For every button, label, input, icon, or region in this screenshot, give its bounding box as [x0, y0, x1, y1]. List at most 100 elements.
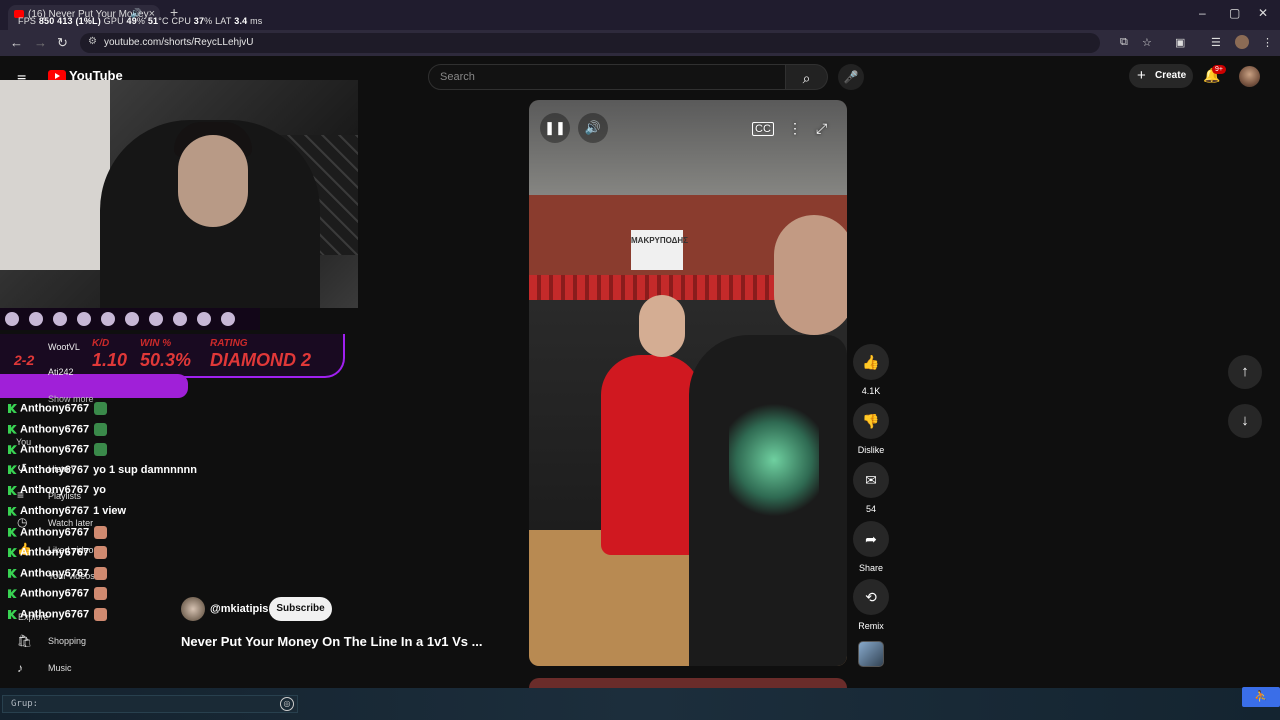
- chat-username[interactable]: Anthony6767: [20, 402, 89, 414]
- site-info-icon[interactable]: ⚙: [88, 36, 97, 47]
- back-icon[interactable]: ←: [10, 35, 23, 50]
- youtube-page: ≡ YouTube Search ⌕ 🎤 +Create 🔔 9+ 2-2 K/…: [0, 56, 1280, 688]
- viewer-avatars-strip: [0, 308, 260, 330]
- restore-button[interactable]: ▢: [1229, 6, 1240, 20]
- group-chat-input[interactable]: Grup:: [2, 695, 298, 713]
- chat-message: Anthony6767: [8, 443, 208, 464]
- chat-message: Anthony6767: [8, 566, 208, 588]
- comments-action[interactable]: ✉ 54: [853, 462, 889, 514]
- comment-count: 54: [865, 504, 876, 514]
- browser-tab-bar: (16) Never Put Your Money 🔊 × + FPS 850 …: [0, 0, 1280, 30]
- like-action[interactable]: 👍 4.1K: [853, 344, 889, 396]
- chat-message: Anthony6767: [8, 402, 208, 423]
- chat-username[interactable]: Anthony6767: [20, 423, 89, 435]
- webcam-overlay: [0, 80, 358, 308]
- microphone-icon: 🎤: [843, 70, 859, 84]
- rating-value: DIAMOND 2: [210, 350, 312, 370]
- kick-badge-icon: [8, 589, 17, 599]
- chat-username[interactable]: Anthony6767: [20, 608, 89, 620]
- kick-badge-icon: [8, 424, 17, 434]
- chat-username[interactable]: Anthony6767: [20, 484, 89, 496]
- notification-badge: 9+: [1212, 65, 1226, 74]
- music-icon: ♪: [17, 661, 23, 675]
- chat-message: Anthony6767 1 view: [8, 505, 208, 526]
- channel-avatar[interactable]: [181, 597, 205, 621]
- url-field[interactable]: ⚙ youtube.com/shorts/ReycLLehjvU: [80, 33, 1100, 53]
- emote-icon: [94, 607, 108, 621]
- fullscreen-icon[interactable]: ⤢: [816, 120, 827, 137]
- comment-icon[interactable]: ✉: [853, 462, 889, 498]
- sidebar-music[interactable]: Music: [48, 663, 72, 673]
- search-input[interactable]: Search: [428, 64, 786, 90]
- kick-badge-icon: [8, 445, 17, 455]
- performance-overlay: FPS 850 413 (1%L) GPU 49% 51°C CPU 37% L…: [18, 16, 263, 26]
- win-value: 50.3%: [140, 350, 192, 370]
- share-label: Share: [858, 563, 884, 573]
- browser-profile-avatar[interactable]: [1235, 35, 1249, 49]
- like-count: 4.1K: [861, 386, 881, 396]
- chat-username[interactable]: Anthony6767: [20, 588, 89, 600]
- reload-icon[interactable]: ↻: [57, 35, 68, 51]
- short-video-player[interactable]: ΜΑΚΡΥΠΟΔΗΣ ❚❚ 🔊 CC ⋮ ⤢: [529, 100, 847, 666]
- forward-icon[interactable]: →: [34, 35, 47, 50]
- dislike-action[interactable]: 👎 Dislike: [853, 403, 889, 455]
- emote-icon: [94, 546, 108, 560]
- sidebar-shopping[interactable]: Shopping: [48, 636, 86, 646]
- address-bar-row: ← → ↻ ⚙ youtube.com/shorts/ReycLLehjvU ⧉…: [0, 30, 1280, 56]
- chat-username[interactable]: Anthony6767: [20, 444, 89, 456]
- chat-text: 1 view: [93, 504, 127, 517]
- chat-message: Anthony6767 yo: [8, 484, 208, 505]
- chat-text: yo 1 sup damnnnnn: [93, 463, 197, 476]
- subscribe-button[interactable]: Subscribe: [269, 597, 332, 621]
- bookmark-star-icon[interactable]: ☆: [1142, 36, 1152, 49]
- extensions-icon[interactable]: ▣: [1175, 36, 1185, 49]
- close-window-button[interactable]: ✕: [1258, 6, 1268, 20]
- tray-app-icon[interactable]: ⛹: [1242, 687, 1280, 707]
- chat-username[interactable]: Anthony6767: [20, 505, 89, 517]
- chat-message: Anthony6767: [8, 607, 208, 629]
- reading-list-icon[interactable]: ☰: [1211, 36, 1221, 49]
- share-action[interactable]: ➦ Share: [853, 521, 889, 573]
- kick-badge-icon: [8, 465, 17, 475]
- kick-badge-icon: [8, 485, 17, 495]
- captions-icon[interactable]: CC: [752, 122, 774, 136]
- sound-pivot-thumbnail[interactable]: [858, 641, 884, 667]
- chat-username[interactable]: Anthony6767: [20, 464, 89, 476]
- more-options-icon[interactable]: ⋮: [788, 120, 802, 137]
- kd-label: K/D: [92, 338, 110, 349]
- kick-badge-icon: [8, 568, 17, 578]
- emote-icon: [94, 587, 108, 601]
- pause-icon[interactable]: ❚❚: [540, 113, 570, 143]
- next-short-preview[interactable]: [529, 678, 847, 688]
- channel-name[interactable]: @mkiatipis: [210, 603, 268, 615]
- search-icon: ⌕: [802, 70, 811, 86]
- share-icon[interactable]: ➦: [853, 521, 889, 557]
- emote-icon: [94, 525, 108, 539]
- chat-message: Anthony6767: [8, 422, 208, 444]
- chat-settings-icon[interactable]: ◎: [280, 697, 294, 711]
- chat-username[interactable]: Anthony6767: [20, 526, 89, 538]
- browser-menu-icon[interactable]: ⋮: [1262, 36, 1273, 49]
- voice-search-button[interactable]: 🎤: [838, 64, 864, 90]
- create-button[interactable]: + Create: [1129, 64, 1193, 88]
- volume-icon[interactable]: 🔊: [578, 113, 608, 143]
- search-button[interactable]: ⌕: [786, 64, 828, 90]
- chat-username[interactable]: Anthony6767: [20, 567, 89, 579]
- short-title[interactable]: Never Put Your Money On The Line In a 1v…: [181, 634, 483, 649]
- emote-icon: [94, 443, 108, 457]
- chat-username[interactable]: Anthony6767: [20, 547, 89, 559]
- thumbs-up-icon[interactable]: 👍: [853, 344, 889, 380]
- plus-icon: +: [1137, 67, 1146, 84]
- minimize-button[interactable]: –: [1199, 6, 1206, 20]
- previous-short-button[interactable]: ↑: [1228, 355, 1262, 389]
- arrow-down-icon: ↓: [1241, 412, 1249, 429]
- account-avatar[interactable]: [1239, 66, 1260, 87]
- arrow-up-icon: ↑: [1241, 363, 1249, 380]
- remix-action[interactable]: ⟲ Remix: [853, 579, 889, 631]
- kd-value: 1.10: [92, 350, 128, 370]
- cast-icon[interactable]: ⧉: [1120, 36, 1128, 49]
- thumbs-down-icon[interactable]: 👎: [853, 403, 889, 439]
- streamer-name: WootVL: [48, 342, 80, 352]
- remix-icon[interactable]: ⟲: [853, 579, 889, 615]
- next-short-button[interactable]: ↓: [1228, 404, 1262, 438]
